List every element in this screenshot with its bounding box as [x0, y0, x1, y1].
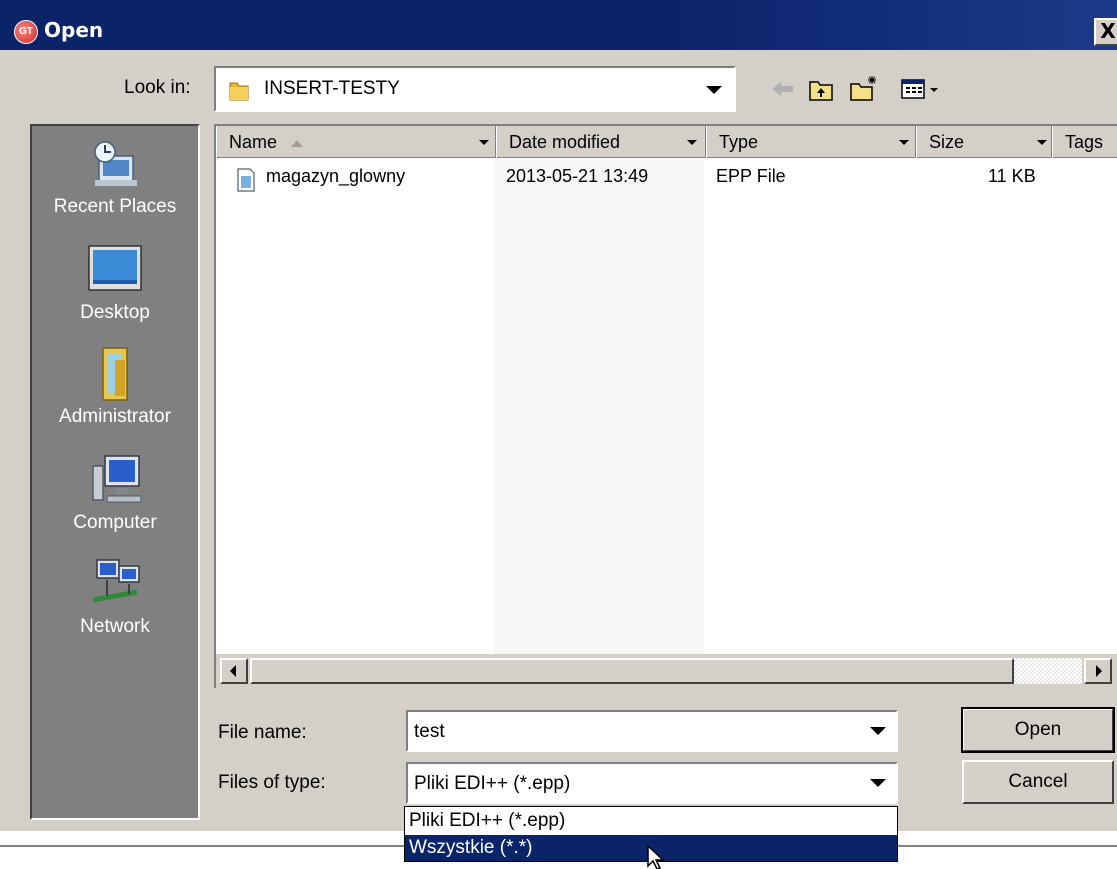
- app-logo-icon: GT: [14, 20, 38, 44]
- arrow-left-icon: [230, 665, 236, 677]
- column-filter-icon[interactable]: [683, 133, 701, 151]
- scroll-right-button[interactable]: [1084, 658, 1112, 684]
- places-bar: Recent Places Desktop Administrator Comp…: [30, 124, 200, 820]
- place-desktop[interactable]: Desktop: [32, 242, 198, 324]
- file-type-value: Pliki EDI++ (*.epp): [414, 773, 571, 794]
- column-header-label: Date modified: [509, 132, 621, 152]
- file-name-input[interactable]: test: [406, 710, 898, 752]
- user-folder-icon: [102, 347, 128, 401]
- file-row[interactable]: magazyn_glowny 2013-05-21 13:49 EPP File…: [216, 166, 1117, 196]
- dialog-title: Open: [44, 18, 104, 42]
- open-dialog: GT Open X Look in: INSERT-TESTY Recent P…: [0, 0, 1117, 831]
- column-headers: Name Date modified Type Size Tags: [216, 126, 1117, 158]
- place-label: Network: [80, 616, 150, 637]
- place-network[interactable]: Network: [32, 556, 198, 638]
- file-name-label: File name:: [218, 722, 307, 743]
- column-header-label: Name: [229, 132, 278, 152]
- new-folder-icon[interactable]: [848, 74, 878, 104]
- network-icon: [92, 559, 140, 603]
- place-label: Desktop: [80, 302, 150, 323]
- column-header-label: Tags: [1065, 132, 1104, 152]
- chevron-down-icon[interactable]: [870, 727, 886, 735]
- look-in-dropdown[interactable]: INSERT-TESTY: [214, 66, 736, 112]
- up-folder-icon[interactable]: [806, 74, 836, 104]
- column-filter-icon[interactable]: [475, 133, 493, 151]
- place-recent-places[interactable]: Recent Places: [32, 136, 198, 218]
- folder-icon: [229, 82, 249, 101]
- look-in-label: Look in:: [124, 77, 191, 98]
- column-header-name[interactable]: Name: [216, 126, 496, 158]
- computer-icon: [92, 455, 142, 503]
- horizontal-scrollbar[interactable]: [216, 654, 1117, 688]
- open-button[interactable]: Open: [961, 707, 1115, 753]
- recent-places-icon: [94, 141, 137, 186]
- file-name: magazyn_glowny: [266, 166, 406, 186]
- column-filter-icon[interactable]: [1033, 133, 1051, 151]
- place-administrator[interactable]: Administrator: [32, 346, 198, 428]
- mouse-cursor-icon: [647, 846, 665, 869]
- scroll-left-button[interactable]: [220, 658, 248, 684]
- file-list[interactable]: Name Date modified Type Size Tags magazy…: [214, 124, 1117, 688]
- file-date: 2013-05-21 13:49: [506, 166, 649, 186]
- sorted-column-highlight: [494, 159, 704, 654]
- file-size: 11 KB: [988, 166, 1036, 186]
- arrow-right-icon: [1096, 665, 1102, 677]
- close-button[interactable]: X: [1094, 18, 1117, 46]
- sort-ascending-icon: [291, 139, 304, 147]
- column-header-tags[interactable]: Tags: [1052, 126, 1117, 158]
- view-menu-icon[interactable]: [898, 74, 940, 104]
- cancel-button[interactable]: Cancel: [962, 760, 1114, 804]
- scroll-track[interactable]: [1014, 658, 1082, 684]
- column-filter-icon[interactable]: [895, 133, 913, 151]
- file-type-option[interactable]: Pliki EDI++ (*.epp): [405, 808, 897, 834]
- file-type: EPP File: [716, 166, 786, 186]
- place-label: Recent Places: [53, 196, 177, 217]
- place-label: Computer: [73, 512, 157, 533]
- column-header-type[interactable]: Type: [706, 126, 916, 158]
- file-type-label: Files of type:: [218, 772, 326, 793]
- chevron-down-icon[interactable]: [870, 779, 886, 787]
- place-computer[interactable]: Computer: [32, 452, 198, 534]
- column-header-label: Type: [719, 132, 759, 152]
- file-type-select[interactable]: Pliki EDI++ (*.epp): [406, 762, 898, 804]
- desktop-icon: [88, 245, 142, 291]
- look-in-value: INSERT-TESTY: [264, 78, 400, 99]
- column-header-label: Size: [929, 132, 965, 152]
- back-icon[interactable]: [768, 74, 798, 104]
- title-bar[interactable]: GT Open X: [0, 0, 1117, 50]
- file-name-value: test: [414, 721, 445, 742]
- place-label: Administrator: [59, 406, 171, 427]
- column-header-size[interactable]: Size: [916, 126, 1052, 158]
- scroll-thumb[interactable]: [250, 658, 1014, 684]
- column-header-date[interactable]: Date modified: [496, 126, 706, 158]
- chevron-down-icon[interactable]: [706, 86, 722, 94]
